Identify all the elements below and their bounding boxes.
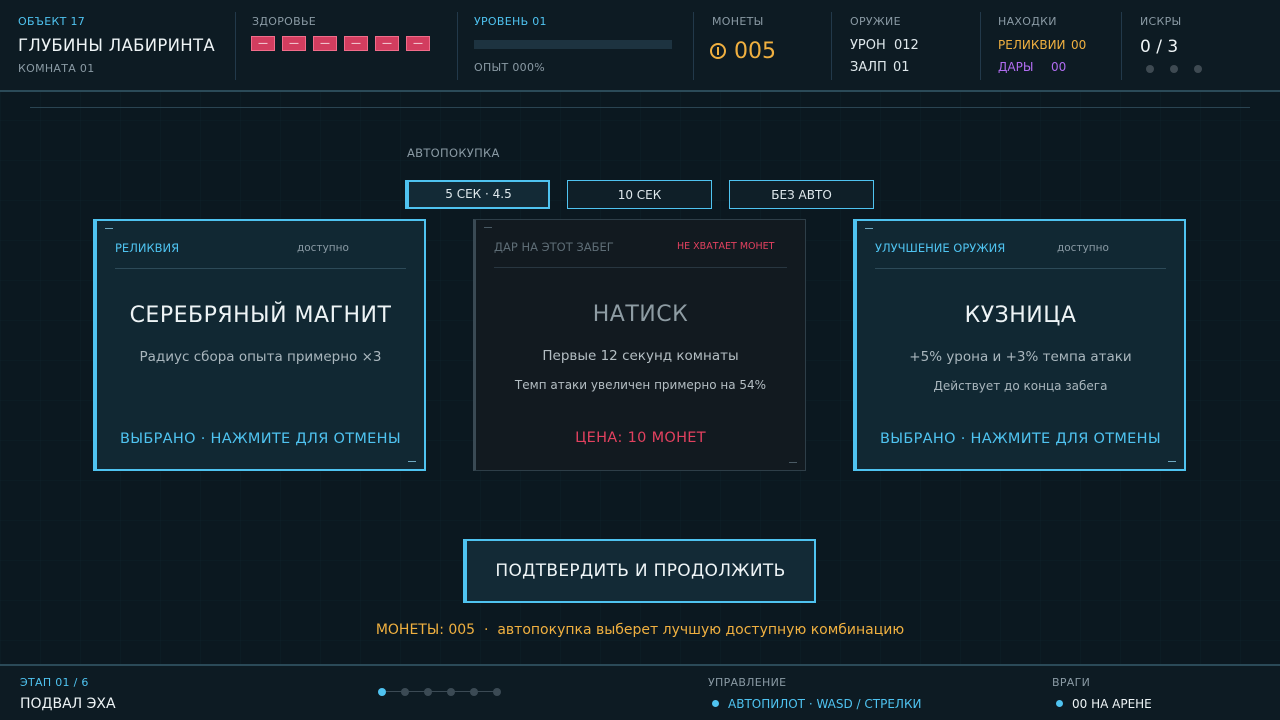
card-corner: [1168, 461, 1176, 462]
relics-count: 00: [1071, 38, 1087, 52]
health-pip: —: [313, 36, 337, 51]
spark-dot: [1146, 65, 1154, 73]
stage-name: ПОДВАЛ ЭХА: [20, 696, 116, 712]
controls-label: УПРАВЛЕНИЕ: [708, 676, 787, 689]
stage-dot: [493, 688, 501, 696]
coin-icon: [710, 43, 726, 59]
stage-dot: [424, 688, 432, 696]
card-description: +5% урона и +3% темпа атаки: [909, 349, 1132, 365]
object-label: ОБЪЕКТ 17: [18, 15, 86, 28]
coins-hint: МОНЕТЫ: 005 · автопокупка выберет лучшую…: [375, 622, 905, 638]
card-action: ВЫБРАНО · НАЖМИТЕ ДЛЯ ОТМЕНЫ: [120, 431, 401, 447]
health-label: ЗДОРОВЬЕ: [252, 15, 317, 28]
autobuy-label: АВТОПОКУПКА: [407, 146, 500, 160]
health-pip: —: [406, 36, 430, 51]
autobuy-10s-button[interactable]: 10 СЕК: [567, 180, 712, 209]
damage-label: УРОН: [850, 38, 886, 53]
level-title: ГЛУБИНЫ ЛАБИРИНТА: [18, 36, 215, 55]
card-status: доступно: [297, 242, 349, 254]
sparks-label: ИСКРЫ: [1140, 15, 1182, 28]
card-action: ВЫБРАНО · НАЖМИТЕ ДЛЯ ОТМЕНЫ: [880, 431, 1161, 447]
bottom-hud: [0, 664, 1280, 720]
card-title: СЕРЕБРЯНЫЙ МАГНИТ: [129, 303, 392, 328]
divider: [235, 12, 236, 80]
health-pip: —: [344, 36, 368, 51]
card-title: КУЗНИЦА: [964, 303, 1077, 328]
spark-dot: [1194, 65, 1202, 73]
status-dot: [1056, 700, 1063, 707]
card-description: Радиус сбора опыта примерно ×3: [139, 349, 382, 365]
card-corner: [408, 461, 416, 462]
health-pip: —: [282, 36, 306, 51]
controls-value: АВТОПИЛОТ · WASD / СТРЕЛКИ: [728, 697, 922, 711]
stage-dot: [470, 688, 478, 696]
card-type: ДАР НА ЭТОТ ЗАБЕГ: [494, 240, 614, 254]
offer-card-relic[interactable]: РЕЛИКВИЯ доступно СЕРЕБРЯНЫЙ МАГНИТ Ради…: [93, 219, 426, 471]
divider: [980, 12, 981, 80]
health-pip: —: [375, 36, 399, 51]
spark-dot: [1170, 65, 1178, 73]
card-divider: [875, 268, 1166, 269]
weapon-label: ОРУЖИЕ: [850, 15, 901, 28]
offer-card-weapon-upgrade[interactable]: УЛУЧШЕНИЕ ОРУЖИЯ доступно КУЗНИЦА +5% ур…: [853, 219, 1186, 471]
divider: [693, 12, 694, 80]
level-label: УРОВЕНЬ 01: [474, 15, 547, 28]
gifts-label: ДАРЫ: [998, 60, 1034, 74]
divider: [1121, 12, 1122, 80]
confirm-continue-button[interactable]: ПОДТВЕРДИТЬ И ПРОДОЛЖИТЬ: [463, 539, 816, 603]
card-price: ЦЕНА: 10 МОНЕТ: [575, 430, 706, 446]
volley-label: ЗАЛП: [850, 60, 887, 75]
volley-value: 01: [893, 60, 910, 75]
gifts-count: 00: [1051, 60, 1067, 74]
card-type: УЛУЧШЕНИЕ ОРУЖИЯ: [875, 241, 1006, 255]
card-description-2: Действует до конца забега: [933, 379, 1108, 393]
stage-dot-current: [378, 688, 386, 696]
finds-label: НАХОДКИ: [998, 15, 1057, 28]
card-corner: [789, 462, 797, 463]
divider-line: [30, 107, 1250, 108]
autobuy-5s-button[interactable]: 5 СЕК · 4.5: [405, 180, 550, 209]
card-corner: [105, 228, 113, 229]
card-corner: [484, 227, 492, 228]
divider: [831, 12, 832, 80]
damage-value: 012: [894, 38, 919, 53]
sparks-value: 0 / 3: [1140, 37, 1179, 57]
offer-card-gift[interactable]: ДАР НА ЭТОТ ЗАБЕГ НЕ ХВАТАЕТ МОНЕТ НАТИС…: [473, 219, 806, 471]
xp-label: ОПЫТ 000%: [474, 61, 545, 74]
enemies-value: 00 НА АРЕНЕ: [1072, 697, 1152, 711]
stage-dot: [401, 688, 409, 696]
card-description-2: Темп атаки увеличен примерно на 54%: [514, 378, 767, 392]
card-corner: [865, 228, 873, 229]
card-divider: [115, 268, 406, 269]
divider: [457, 12, 458, 80]
room-label: КОМНАТА 01: [18, 62, 95, 75]
autobuy-off-button[interactable]: БЕЗ АВТО: [729, 180, 874, 209]
stage-dot: [447, 688, 455, 696]
card-status: НЕ ХВАТАЕТ МОНЕТ: [677, 241, 775, 252]
card-title: НАТИСК: [592, 302, 689, 327]
enemies-label: ВРАГИ: [1052, 676, 1091, 689]
card-status: доступно: [1057, 242, 1109, 254]
top-hud: ОБЪЕКТ 17 ГЛУБИНЫ ЛАБИРИНТА КОМНАТА 01 З…: [0, 0, 1280, 92]
stage-label: ЭТАП 01 / 6: [20, 676, 89, 689]
coins-value: 005: [734, 39, 776, 64]
card-type: РЕЛИКВИЯ: [115, 241, 180, 255]
xp-bar: [474, 40, 672, 49]
card-divider: [494, 267, 787, 268]
status-dot: [712, 700, 719, 707]
card-description: Первые 12 секунд комнаты: [542, 348, 739, 364]
coins-label: МОНЕТЫ: [712, 15, 764, 28]
health-pip: —: [251, 36, 275, 51]
relics-label: РЕЛИКВИИ: [998, 38, 1066, 52]
